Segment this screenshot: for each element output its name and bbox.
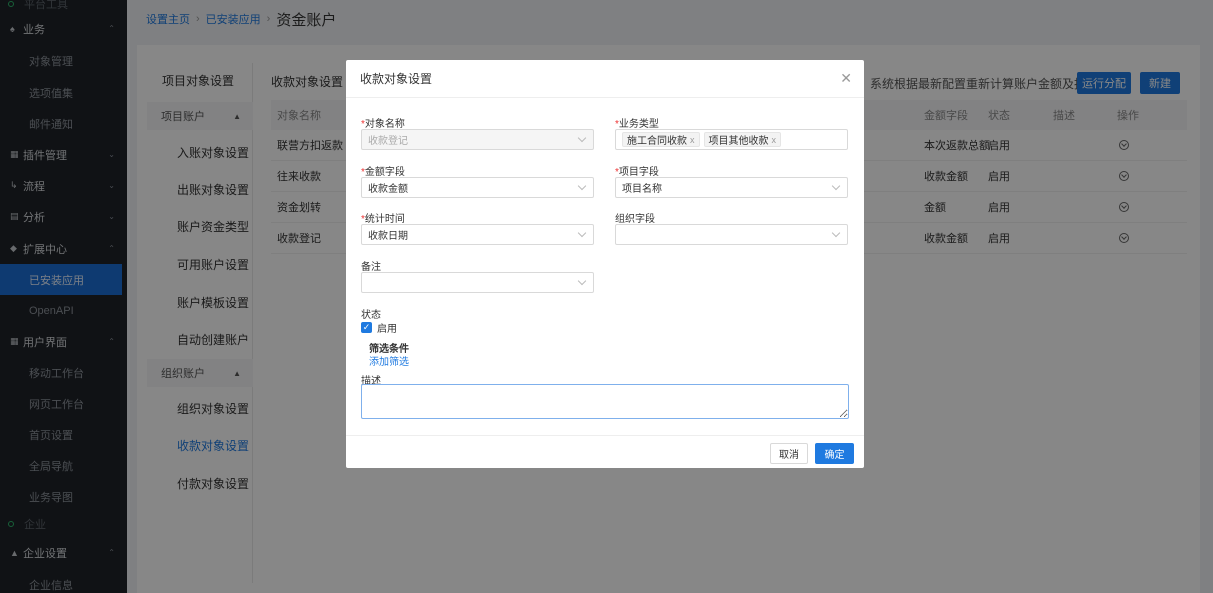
remove-tag-icon[interactable]: x	[772, 135, 777, 145]
dialog-header: 收款对象设置 ✕	[346, 60, 864, 98]
status-checkbox-row[interactable]: ✓ 启用	[361, 320, 397, 335]
status-label: 状态	[361, 310, 381, 321]
org-field: 组织字段	[615, 210, 848, 245]
business-type-multiselect[interactable]: 施工合同收款 x 项目其他收款 x	[615, 129, 848, 150]
receipt-object-settings-dialog: 收款对象设置 ✕ *对象名称 收款登记 *业务类型 施工合同收款 x 项目其他收款…	[346, 60, 864, 468]
remark-select[interactable]	[361, 272, 594, 293]
chevron-down-icon	[577, 181, 587, 191]
project-field-select[interactable]: 项目名称	[615, 177, 848, 198]
confirm-button[interactable]: 确定	[815, 443, 854, 464]
stat-time-field: *统计时间 收款日期	[361, 210, 594, 245]
business-type-field: *业务类型 施工合同收款 x 项目其他收款 x	[615, 115, 848, 150]
chevron-down-icon	[577, 228, 587, 238]
description-textarea[interactable]	[361, 384, 849, 419]
stat-time-select[interactable]: 收款日期	[361, 224, 594, 245]
remark-field: 备注	[361, 258, 594, 293]
chevron-down-icon	[831, 181, 841, 191]
chevron-down-icon	[831, 228, 841, 238]
amount-field-select[interactable]: 收款金额	[361, 177, 594, 198]
add-filter-link[interactable]: 添加筛选	[369, 353, 409, 368]
business-type-tag: 项目其他收款 x	[703, 132, 781, 147]
project-field: *项目字段 项目名称	[615, 163, 848, 198]
chevron-down-icon	[577, 133, 587, 143]
close-icon[interactable]: ✕	[840, 70, 852, 87]
business-type-tag: 施工合同收款 x	[622, 132, 700, 147]
cancel-button[interactable]: 取消	[770, 443, 808, 464]
amount-field: *金额字段 收款金额	[361, 163, 594, 198]
checkbox-checked-icon[interactable]: ✓	[361, 322, 372, 333]
object-name-field: *对象名称 收款登记	[361, 115, 594, 150]
dialog-footer: 取消 确定	[346, 435, 864, 468]
dialog-title: 收款对象设置	[360, 72, 433, 86]
object-name-select: 收款登记	[361, 129, 594, 150]
org-field-select[interactable]	[615, 224, 848, 245]
chevron-down-icon	[577, 276, 587, 286]
remove-tag-icon[interactable]: x	[690, 135, 695, 145]
